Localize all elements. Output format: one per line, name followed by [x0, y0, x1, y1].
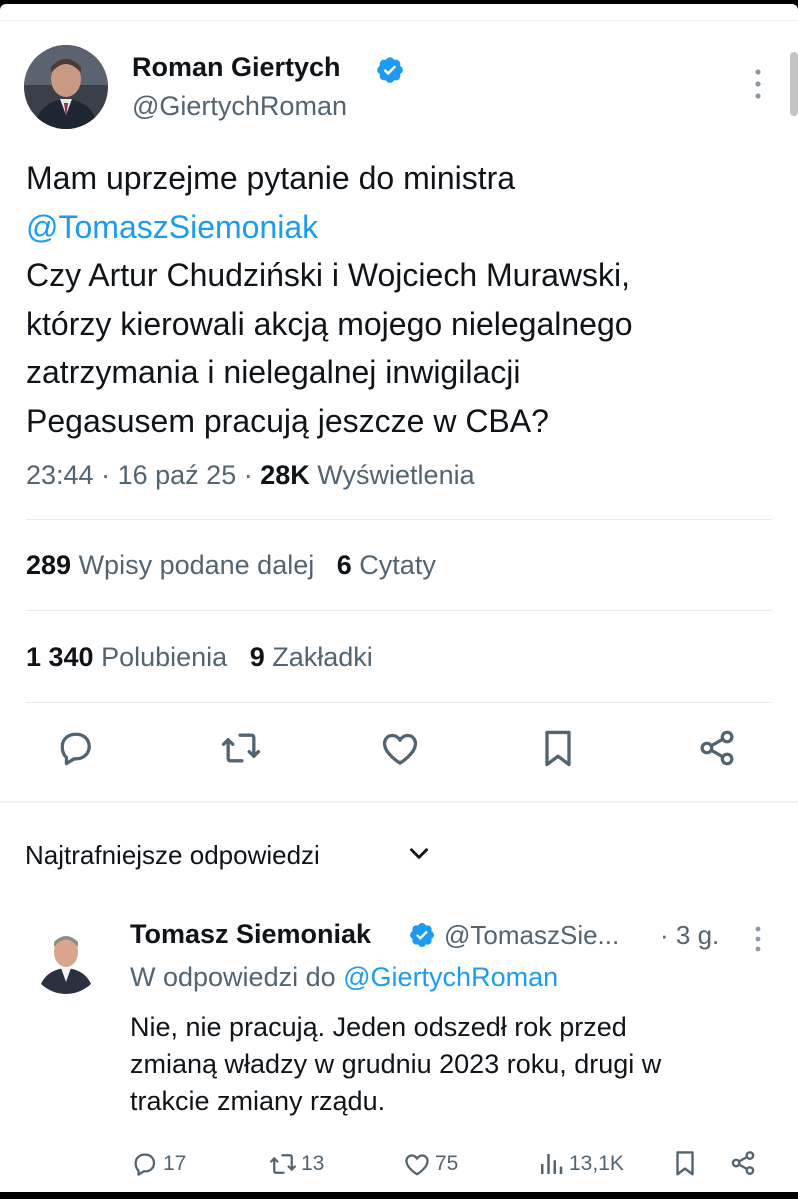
more-vertical-icon[interactable]: [748, 924, 768, 954]
reply-context: W odpowiedzi do @GiertychRoman: [130, 962, 558, 993]
quotes-stat[interactable]: 6 Cytaty: [337, 550, 436, 580]
verified-badge-icon: [408, 921, 436, 949]
meta-separator: ·: [243, 460, 253, 490]
divider: [26, 610, 772, 611]
reply-like-button[interactable]: 75: [402, 1148, 458, 1180]
bookmarks-label: Zakładki: [272, 642, 373, 672]
reply-to-prefix: W odpowiedzi do: [130, 962, 336, 992]
stats-row-likes: 1 340 Polubienia 9 Zakładki: [26, 642, 373, 673]
chevron-down-icon[interactable]: [406, 840, 432, 866]
reply-text-line: zmianą władzy w grudniu 2023 roku, drugi…: [130, 1049, 662, 1079]
reply-repost-button[interactable]: 13: [268, 1148, 324, 1180]
meta-separator: ·: [101, 460, 111, 490]
tweet-action-bar: [0, 726, 798, 782]
likes-label: Polubienia: [101, 642, 228, 672]
author-name[interactable]: Roman Giertych: [132, 52, 341, 83]
heart-icon: [405, 1154, 429, 1176]
quotes-count: 6: [336, 550, 352, 580]
stats-row-reposts: 289 Wpisy podane dalej 6 Cytaty: [26, 550, 436, 581]
reply-replies-count: 17: [163, 1152, 187, 1175]
views-count: 28K: [260, 460, 310, 490]
tweet-text-line: którzy kierowali akcją mojego nielegalne…: [26, 305, 633, 342]
likes-count: 1 340: [26, 642, 94, 672]
divider: [26, 702, 772, 703]
reply-reply-button[interactable]: 17: [130, 1148, 186, 1180]
tweet-detail-screen: Roman Giertych @GiertychRoman Mam uprzej…: [0, 4, 798, 1192]
quotes-label: Cytaty: [359, 550, 436, 580]
more-vertical-icon[interactable]: [748, 66, 768, 102]
tweet-text: Mam uprzejme pytanie do ministra @Tomasz…: [26, 154, 766, 445]
reply-author-handle[interactable]: @TomaszSie...: [444, 920, 619, 951]
reply-icon[interactable]: [54, 726, 98, 770]
author-handle[interactable]: @GiertychRoman: [132, 91, 347, 122]
repost-icon: [270, 1154, 296, 1174]
reply-author-avatar[interactable]: [30, 922, 102, 994]
verified-badge-icon: [375, 55, 405, 85]
tweet-text-line: zatrzymania i nielegalnej inwigilacji: [26, 354, 521, 390]
reply-to-mention[interactable]: @GiertychRoman: [343, 962, 558, 992]
reposts-stat[interactable]: 289 Wpisy podane dalej: [26, 550, 314, 580]
tweet-meta: 23:44 · 16 paź 25 · 28K Wyświetlenia: [26, 460, 475, 491]
tweet-text-line: Czy Artur Chudziński i Wojciech Murawski…: [26, 257, 631, 293]
reply-icon: [134, 1153, 156, 1176]
likes-stat[interactable]: 1 340 Polubienia: [26, 642, 227, 672]
reply-likes-count: 75: [435, 1152, 459, 1175]
reply-text-line: trakcie zmiany rządu.: [130, 1086, 386, 1116]
bookmark-icon[interactable]: [670, 1148, 700, 1178]
top-divider: [0, 20, 798, 21]
divider: [26, 519, 772, 520]
reposts-count: 289: [26, 550, 72, 580]
tweet-text-line: Mam uprzejme pytanie do ministra: [26, 160, 516, 196]
scrollbar[interactable]: [790, 52, 798, 116]
heart-icon[interactable]: [378, 726, 422, 770]
bookmarks-count: 9: [249, 642, 265, 672]
share-icon[interactable]: [728, 1148, 758, 1178]
reply-reposts-count: 13: [301, 1152, 325, 1175]
reply-views-button[interactable]: 13,1K: [536, 1148, 624, 1180]
views-bar-icon: [541, 1154, 563, 1174]
mention-link[interactable]: @TomaszSiemoniak: [26, 203, 766, 252]
reply-views-count: 13,1K: [569, 1152, 624, 1175]
reply-author-name[interactable]: Tomasz Siemoniak: [130, 919, 371, 950]
repost-icon[interactable]: [219, 726, 263, 770]
sort-replies-label[interactable]: Najtrafniejsze odpowiedzi: [25, 840, 320, 871]
bookmark-icon[interactable]: [536, 726, 580, 770]
bookmarks-stat[interactable]: 9 Zakładki: [250, 642, 373, 672]
reposts-label: Wpisy podane dalej: [78, 550, 315, 580]
reply-text-line: Nie, nie pracują. Jeden odszedł rok prze…: [130, 1012, 627, 1042]
section-separator: [0, 801, 798, 803]
tweet-text-line: Pegasusem pracują jeszcze w CBA?: [26, 402, 549, 439]
author-avatar[interactable]: [24, 45, 108, 129]
reply-time[interactable]: · 3 g.: [660, 920, 719, 951]
share-icon[interactable]: [695, 726, 739, 770]
reply-text: Nie, nie pracują. Jeden odszedł rok prze…: [130, 1009, 770, 1120]
tweet-time[interactable]: 23:44: [26, 460, 94, 490]
tweet-date[interactable]: 16 paź 25: [118, 460, 237, 490]
views-label: Wyświetlenia: [317, 460, 475, 490]
